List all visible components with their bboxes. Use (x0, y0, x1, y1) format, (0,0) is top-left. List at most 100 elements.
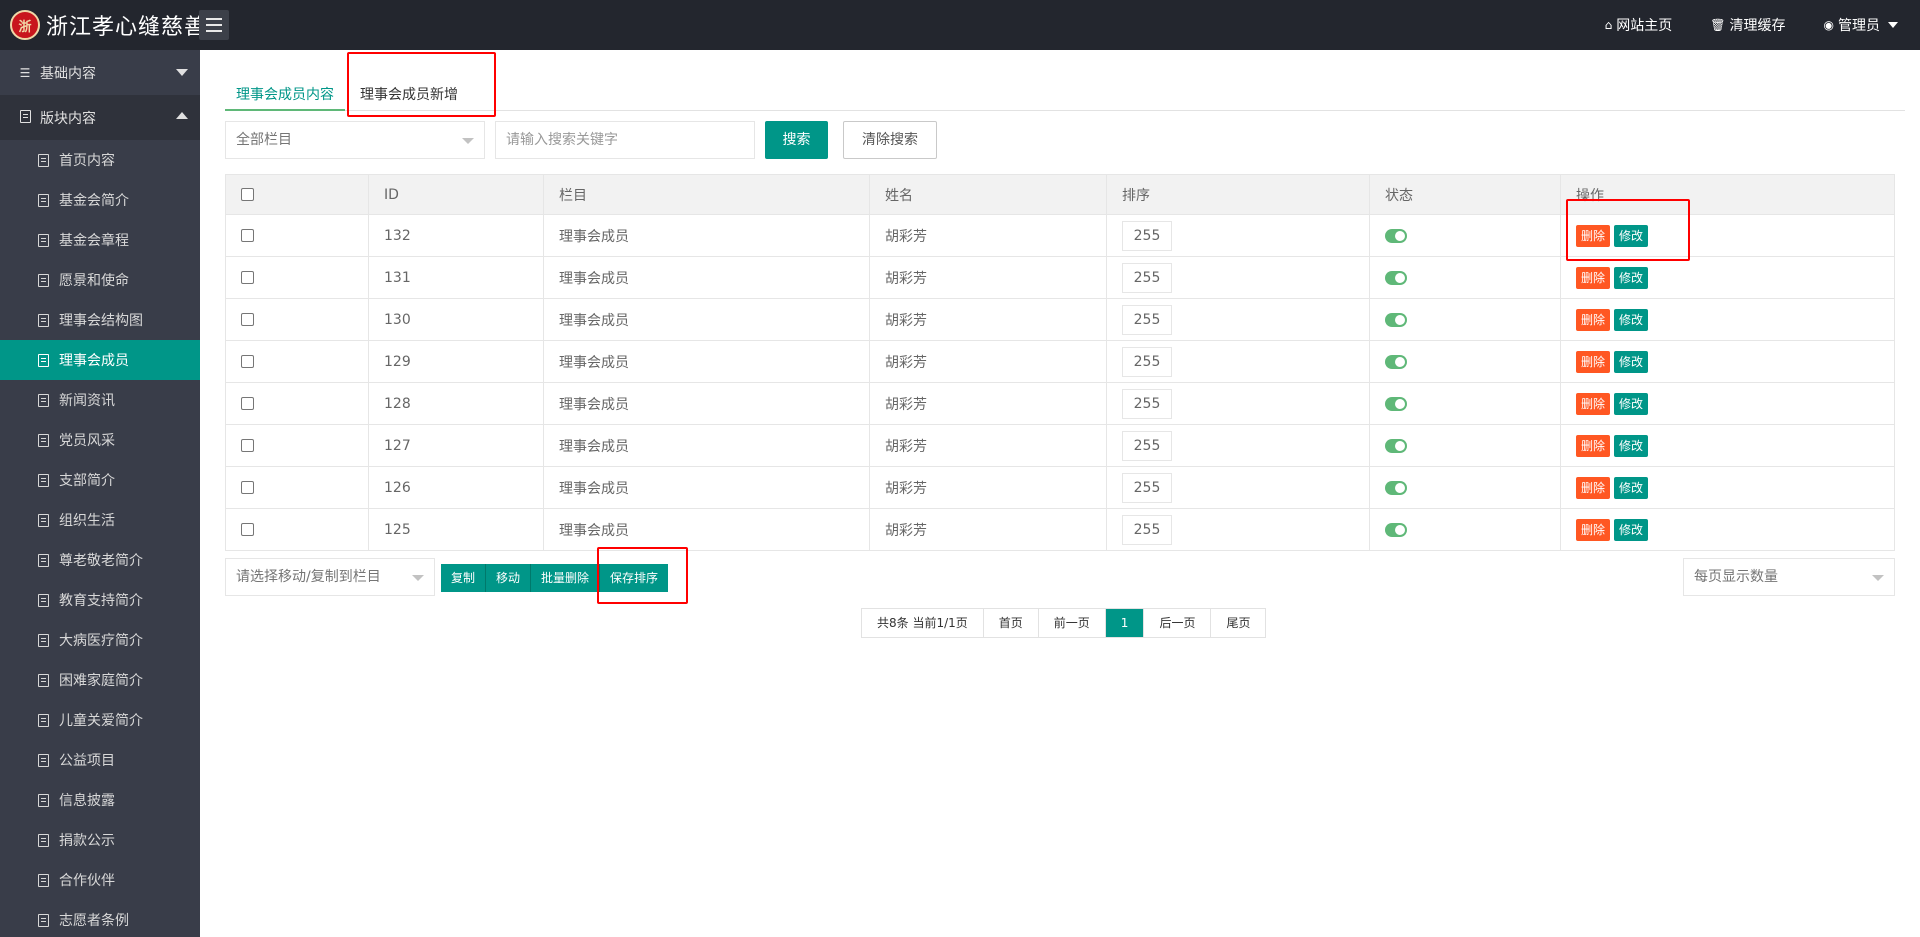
row-checkbox[interactable] (241, 229, 254, 242)
status-toggle[interactable] (1385, 522, 1407, 537)
column-header-status: 状态 (1369, 174, 1561, 215)
chevron-down-icon (1888, 22, 1898, 28)
admin-menu[interactable]: ◉ 管理员 (1824, 15, 1898, 35)
pagination-summary: 共8条 当前1/1页 (862, 609, 984, 637)
next-page-button[interactable]: 后一页 (1144, 609, 1212, 637)
sidebar-item[interactable]: 困难家庭简介 (0, 660, 200, 700)
row-checkbox[interactable] (241, 271, 254, 284)
document-icon (38, 393, 49, 407)
prev-page-button[interactable]: 前一页 (1039, 609, 1106, 637)
edit-button[interactable]: 修改 (1614, 392, 1649, 415)
sort-input[interactable]: 255 (1122, 262, 1172, 293)
delete-button[interactable]: 删除 (1576, 476, 1611, 499)
first-page-button[interactable]: 首页 (984, 609, 1039, 637)
sidebar-item[interactable]: 基金会章程 (0, 220, 200, 260)
sidebar-item[interactable]: 合作伙伴 (0, 860, 200, 900)
sidebar-item[interactable]: 公益项目 (0, 740, 200, 780)
sort-input[interactable]: 255 (1122, 304, 1172, 335)
main-content: 理事会成员内容 理事会成员新增 全部栏目 搜索 清除搜索 ID 栏目 姓名 排序… (200, 50, 1920, 937)
edit-button[interactable]: 修改 (1614, 224, 1649, 247)
move-button[interactable]: 移动 (486, 564, 532, 592)
sort-input[interactable]: 255 (1122, 514, 1172, 545)
status-toggle[interactable] (1385, 270, 1407, 285)
delete-button[interactable]: 删除 (1576, 392, 1611, 415)
delete-button[interactable]: 删除 (1576, 308, 1611, 331)
batch-delete-button[interactable]: 批量删除 (531, 564, 601, 592)
sort-input[interactable]: 255 (1122, 220, 1172, 251)
row-checkbox[interactable] (241, 523, 254, 536)
delete-button[interactable]: 删除 (1576, 434, 1611, 457)
sidebar-item[interactable]: 儿童关爱简介 (0, 700, 200, 740)
document-icon (38, 913, 49, 927)
sort-input[interactable]: 255 (1122, 346, 1172, 377)
tab-member-add[interactable]: 理事会成员新增 (355, 75, 475, 111)
cell-category: 理事会成员 (543, 466, 870, 509)
sort-input[interactable]: 255 (1122, 430, 1172, 461)
sidebar-item[interactable]: 尊老敬老简介 (0, 540, 200, 580)
menu-toggle-button[interactable] (199, 10, 229, 40)
sidebar-item[interactable]: 志愿者条例 (0, 900, 200, 937)
document-icon (38, 153, 49, 167)
sidebar-item-active[interactable]: 理事会成员 (0, 340, 200, 380)
copy-button[interactable]: 复制 (441, 564, 487, 592)
edit-button[interactable]: 修改 (1614, 518, 1649, 541)
cell-category: 理事会成员 (543, 508, 870, 551)
select-all-cell (225, 174, 369, 215)
sort-input[interactable]: 255 (1122, 388, 1172, 419)
clear-search-button[interactable]: 清除搜索 (843, 121, 937, 159)
last-page-button[interactable]: 尾页 (1211, 609, 1265, 637)
row-checkbox[interactable] (241, 355, 254, 368)
delete-button[interactable]: 删除 (1576, 224, 1611, 247)
sidebar-item[interactable]: 教育支持简介 (0, 580, 200, 620)
delete-button[interactable]: 删除 (1576, 518, 1611, 541)
category-select[interactable]: 全部栏目 (225, 121, 485, 159)
clear-cache-link[interactable]: 🗑︎ 清理缓存 (1710, 15, 1785, 35)
sidebar-item[interactable]: 党员风采 (0, 420, 200, 460)
sidebar-item[interactable]: 愿景和使命 (0, 260, 200, 300)
edit-button[interactable]: 修改 (1614, 434, 1649, 457)
edit-button[interactable]: 修改 (1614, 308, 1649, 331)
top-bar: 浙 浙江孝心缝慈善 ⌂ 网站主页 🗑︎ 清理缓存 ◉ 管理员 (0, 0, 1920, 50)
sidebar-item[interactable]: 支部简介 (0, 460, 200, 500)
sidebar-item[interactable]: 首页内容 (0, 140, 200, 180)
current-page[interactable]: 1 (1105, 609, 1145, 637)
status-toggle[interactable] (1385, 480, 1407, 495)
site-logo[interactable]: 浙 浙江孝心缝慈善 (10, 9, 207, 41)
per-page-select[interactable]: 每页显示数量 (1683, 558, 1895, 596)
status-toggle[interactable] (1385, 228, 1407, 243)
status-toggle[interactable] (1385, 396, 1407, 411)
row-checkbox[interactable] (241, 313, 254, 326)
website-home-link[interactable]: ⌂ 网站主页 (1605, 15, 1673, 35)
select-all-checkbox[interactable] (241, 188, 254, 201)
status-toggle[interactable] (1385, 438, 1407, 453)
row-checkbox[interactable] (241, 481, 254, 494)
sidebar-item[interactable]: 新闻资讯 (0, 380, 200, 420)
row-checkbox[interactable] (241, 439, 254, 452)
delete-button[interactable]: 删除 (1576, 266, 1611, 289)
sidebar-group-basic[interactable]: ☰ 基础内容 (0, 50, 200, 95)
cell-category: 理事会成员 (543, 214, 870, 257)
edit-button[interactable]: 修改 (1614, 350, 1649, 373)
sidebar-item[interactable]: 捐款公示 (0, 820, 200, 860)
delete-button[interactable]: 删除 (1576, 350, 1611, 373)
search-input[interactable] (495, 121, 755, 159)
sort-input[interactable]: 255 (1122, 472, 1172, 503)
search-button[interactable]: 搜索 (765, 121, 828, 159)
status-toggle[interactable] (1385, 312, 1407, 327)
members-table: ID 栏目 姓名 排序 状态 操作 132 理事会成员 胡彩芳 255 删除 修改… (225, 174, 1895, 551)
sidebar-item[interactable]: 大病医疗简介 (0, 620, 200, 660)
move-copy-target-select[interactable]: 请选择移动/复制到栏目 (225, 558, 435, 596)
edit-button[interactable]: 修改 (1614, 266, 1649, 289)
sidebar-group-sections[interactable]: 版块内容 (0, 95, 200, 140)
sidebar-item[interactable]: 组织生活 (0, 500, 200, 540)
save-sort-button[interactable]: 保存排序 (600, 564, 669, 592)
sidebar-item[interactable]: 理事会结构图 (0, 300, 200, 340)
sidebar-item[interactable]: 信息披露 (0, 780, 200, 820)
status-toggle[interactable] (1385, 354, 1407, 369)
tab-member-content[interactable]: 理事会成员内容 (225, 75, 345, 111)
sidebar-item[interactable]: 基金会简介 (0, 180, 200, 220)
cell-id: 129 (368, 340, 544, 383)
edit-button[interactable]: 修改 (1614, 476, 1649, 499)
top-nav: ⌂ 网站主页 🗑︎ 清理缓存 ◉ 管理员 (1567, 0, 1898, 50)
row-checkbox[interactable] (241, 397, 254, 410)
